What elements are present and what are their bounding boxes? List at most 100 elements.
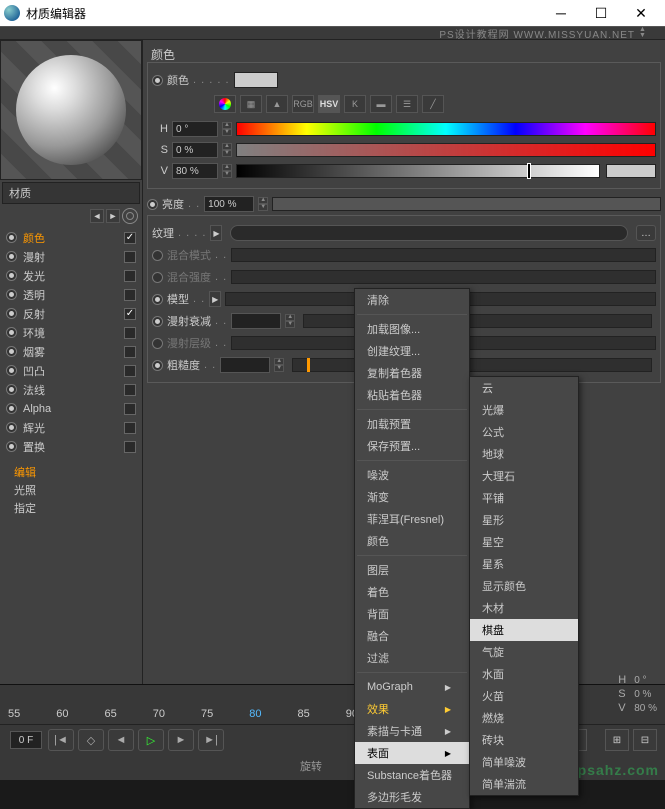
prop-radio[interactable] [152, 272, 163, 283]
menu-item[interactable]: 燃烧 [470, 707, 578, 729]
menu-item[interactable]: 加载预置 [355, 413, 469, 435]
menu-item[interactable]: 简单噪波 [470, 751, 578, 773]
menu-item[interactable]: 棋盘 [470, 619, 578, 641]
sat-slider[interactable] [236, 143, 656, 157]
close-button[interactable]: ✕ [621, 0, 661, 26]
hsv-icon[interactable]: HSV [318, 95, 340, 113]
target-icon[interactable] [122, 208, 138, 224]
channel-漫射[interactable]: 漫射 [0, 247, 142, 266]
menu-item[interactable]: 星形 [470, 509, 578, 531]
prop-slider[interactable] [292, 358, 652, 372]
color-swatch[interactable] [234, 72, 278, 88]
menu-item[interactable]: Substance着色器 [355, 764, 469, 786]
prop-radio[interactable] [152, 250, 163, 261]
extra-item[interactable]: 编辑 [14, 464, 128, 482]
menu-item[interactable]: 星空 [470, 531, 578, 553]
prop-radio[interactable] [152, 360, 163, 371]
rgb-icon[interactable]: RGB [292, 95, 314, 113]
menu-item[interactable]: 创建纹理... [355, 340, 469, 362]
channel-环境[interactable]: 环境 [0, 323, 142, 342]
list-icon[interactable]: ☰ [396, 95, 418, 113]
prop-bar[interactable] [231, 270, 656, 284]
menu-item[interactable]: 公式 [470, 421, 578, 443]
menu-item[interactable]: 云 [470, 377, 578, 399]
menu-item[interactable]: 大理石 [470, 465, 578, 487]
prev-button[interactable]: ◄ [90, 209, 104, 223]
channel-radio[interactable] [6, 251, 17, 262]
channel-Alpha[interactable]: Alpha [0, 399, 142, 418]
channel-checkbox[interactable] [124, 251, 136, 263]
channel-checkbox[interactable] [124, 422, 136, 434]
prop-radio[interactable] [152, 294, 163, 305]
brightness-slider[interactable] [272, 197, 661, 211]
channel-发光[interactable]: 发光 [0, 266, 142, 285]
brightness-radio[interactable] [147, 199, 158, 210]
channel-radio[interactable] [6, 308, 17, 319]
prop-bar[interactable] [231, 248, 656, 262]
channel-辉光[interactable]: 辉光 [0, 418, 142, 437]
menu-item[interactable]: 砖块 [470, 729, 578, 751]
next-button[interactable]: ► [106, 209, 120, 223]
channel-radio[interactable] [6, 403, 17, 414]
menu-item[interactable]: 素描与卡通 [355, 720, 469, 742]
channel-颜色[interactable]: 颜色✓ [0, 228, 142, 247]
menu-item[interactable]: 气旋 [470, 641, 578, 663]
channel-radio[interactable] [6, 384, 17, 395]
menu-item[interactable]: 表面 [355, 742, 469, 764]
menu-item[interactable]: 星系 [470, 553, 578, 575]
menu-item[interactable]: 木材 [470, 597, 578, 619]
channel-checkbox[interactable] [124, 441, 136, 453]
val-field[interactable]: 80 % [172, 163, 218, 179]
texture-menu-button[interactable]: ▶ [210, 225, 222, 241]
menu-item[interactable]: 清除 [355, 289, 469, 311]
channel-反射[interactable]: 反射✓ [0, 304, 142, 323]
val-slider[interactable] [236, 164, 600, 178]
maximize-button[interactable]: ☐ [581, 0, 621, 26]
channel-法线[interactable]: 法线 [0, 380, 142, 399]
texture-field[interactable] [230, 225, 628, 241]
menu-item[interactable]: 光爆 [470, 399, 578, 421]
menu-item[interactable]: 渐变 [355, 486, 469, 508]
pick-icon[interactable]: ╱ [422, 95, 444, 113]
material-name-field[interactable]: 材质 [2, 182, 140, 204]
channel-烟雾[interactable]: 烟雾 [0, 342, 142, 361]
channel-checkbox[interactable] [124, 346, 136, 358]
extra-item[interactable]: 光照 [14, 482, 128, 500]
channel-radio[interactable] [6, 327, 17, 338]
keyframe-button[interactable]: ◇ [78, 729, 104, 751]
channel-radio[interactable] [6, 346, 17, 357]
menu-item[interactable]: 平铺 [470, 487, 578, 509]
channel-radio[interactable] [6, 289, 17, 300]
sat-field[interactable]: 0 % [172, 142, 218, 158]
goto-start-button[interactable]: |◄ [48, 729, 74, 751]
prop-value[interactable] [220, 357, 270, 373]
channel-checkbox[interactable]: ✓ [124, 308, 136, 320]
extra-item[interactable]: 指定 [14, 500, 128, 518]
img-icon[interactable]: ▲ [266, 95, 288, 113]
menu-item[interactable]: 显示颜色 [470, 575, 578, 597]
prop-radio[interactable] [152, 316, 163, 327]
channel-checkbox[interactable] [124, 365, 136, 377]
tool-extra2-icon[interactable]: ⊟ [633, 729, 657, 751]
play-button[interactable]: ▷ [138, 729, 164, 751]
menu-item[interactable]: 火苗 [470, 685, 578, 707]
menu-item[interactable]: 粘贴着色器 [355, 384, 469, 406]
wheel-icon[interactable] [214, 95, 236, 113]
menu-item[interactable]: 颜色 [355, 530, 469, 552]
prop-arrow[interactable]: ▶ [209, 291, 221, 307]
tool-extra1-icon[interactable]: ⊞ [605, 729, 629, 751]
channel-置换[interactable]: 置换 [0, 437, 142, 456]
channel-radio[interactable] [6, 365, 17, 376]
next-frame-button[interactable]: ► [168, 729, 194, 751]
color-radio[interactable] [152, 75, 163, 86]
swatch-icon[interactable]: ▬ [370, 95, 392, 113]
channel-radio[interactable] [6, 441, 17, 452]
menu-item[interactable]: MoGraph [355, 676, 469, 698]
prop-radio[interactable] [152, 338, 163, 349]
menu-item[interactable]: 过滤 [355, 647, 469, 669]
minimize-button[interactable]: ─ [541, 0, 581, 26]
channel-radio[interactable] [6, 422, 17, 433]
menu-item[interactable]: 图层 [355, 559, 469, 581]
brightness-field[interactable]: 100 % [204, 196, 254, 212]
menu-item[interactable]: 效果 [355, 698, 469, 720]
